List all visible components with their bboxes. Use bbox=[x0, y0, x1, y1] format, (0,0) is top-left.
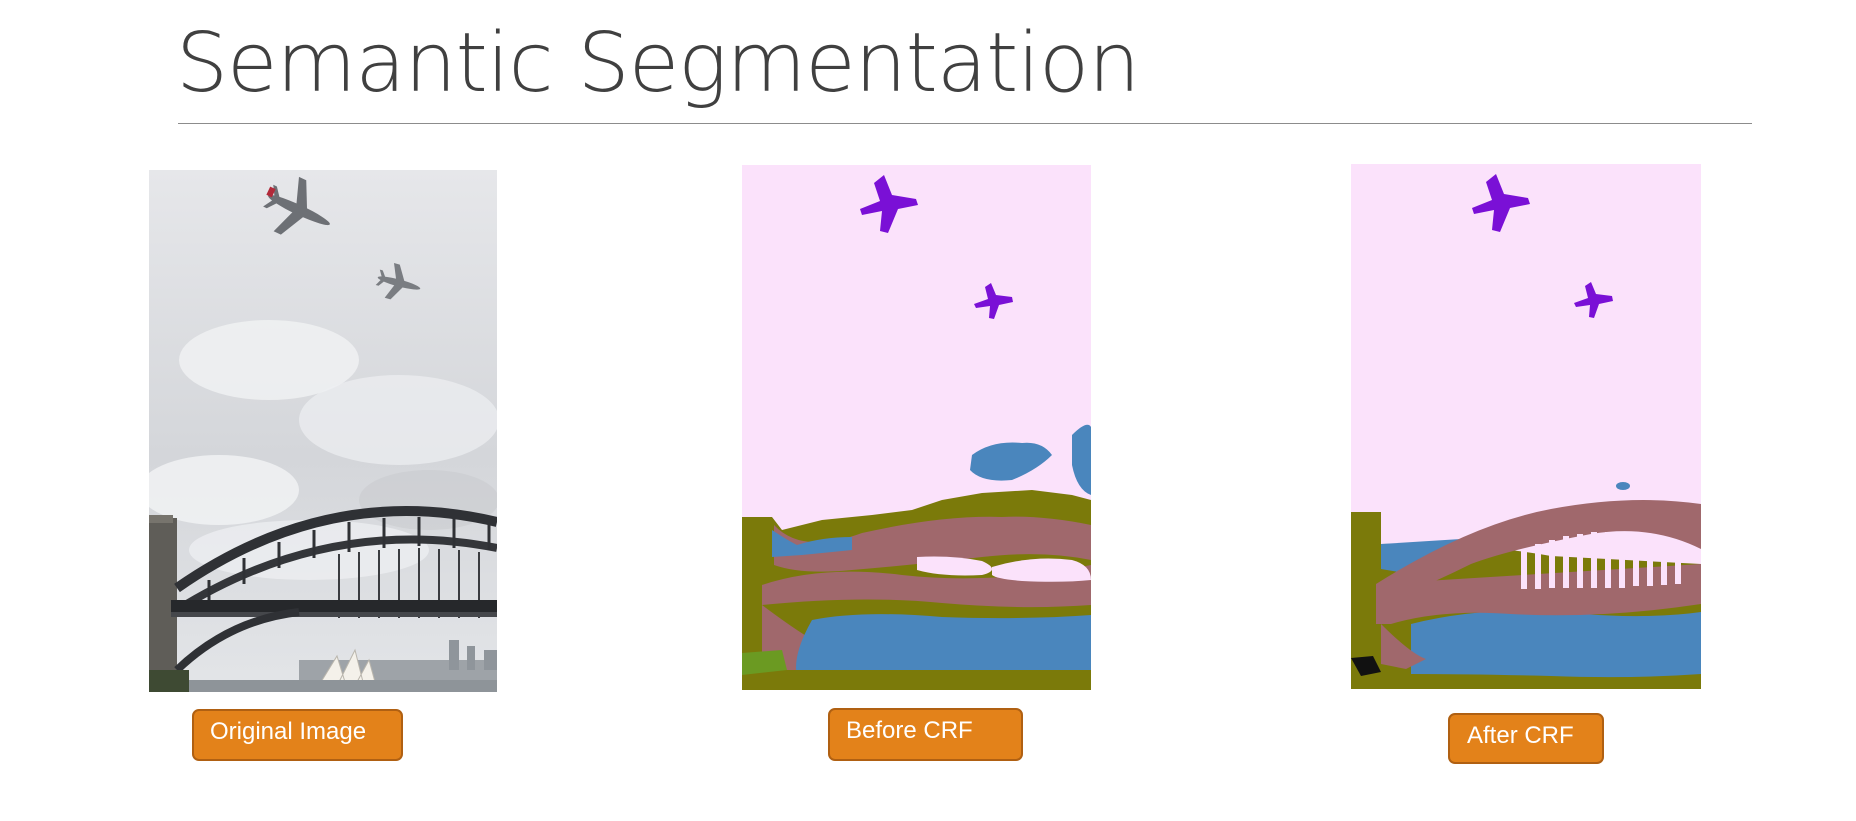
original-image-caption-button[interactable]: Original Image bbox=[192, 709, 403, 761]
after-crf-caption-button[interactable]: After CRF bbox=[1448, 713, 1604, 764]
slide-title: Semantic Segmentation bbox=[176, 16, 1140, 111]
original-image bbox=[149, 170, 497, 692]
before-crf-caption-button[interactable]: Before CRF bbox=[828, 708, 1023, 761]
before-crf-mask bbox=[742, 165, 1091, 690]
after-crf-mask bbox=[1351, 164, 1701, 689]
title-divider bbox=[178, 123, 1752, 124]
